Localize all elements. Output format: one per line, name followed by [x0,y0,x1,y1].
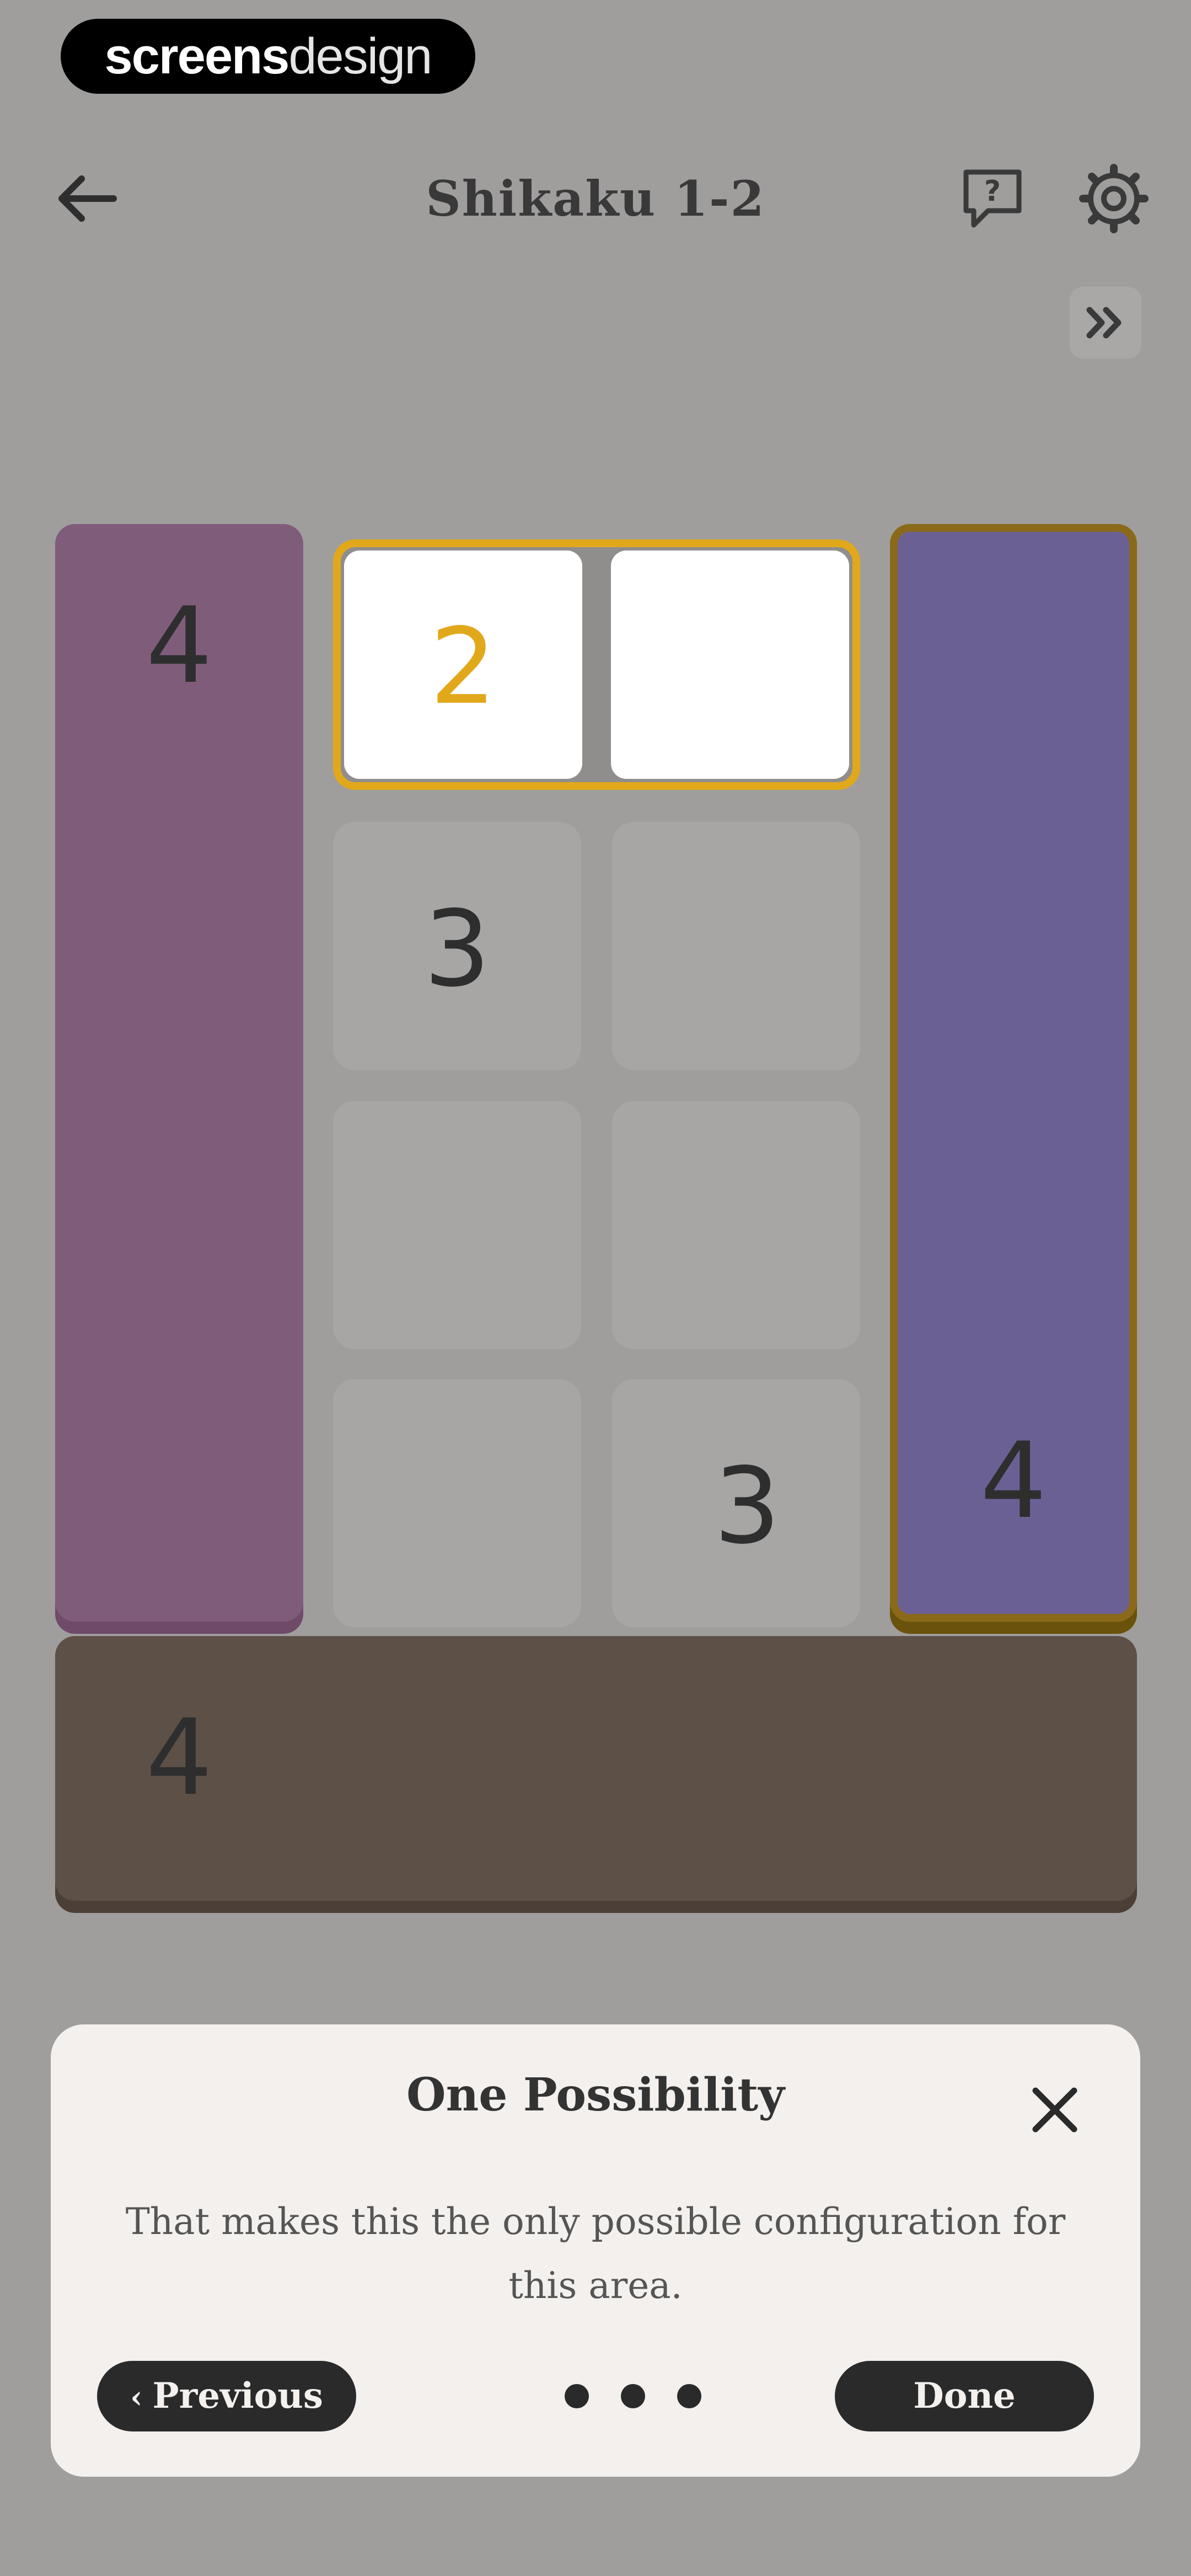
clue-number: 3 [423,888,491,1010]
chevron-left-icon: ‹ [130,2379,143,2415]
close-icon [1032,2087,1077,2133]
settings-button[interactable] [1075,160,1152,237]
clue-number: 4 [980,1420,1047,1542]
page-dot [621,2384,645,2408]
clue-number: 2 [430,606,497,728]
grid-cell[interactable] [611,551,849,779]
region-bottom[interactable]: 4 [55,1636,1137,1901]
region-left[interactable]: 4 [55,524,303,1622]
done-button[interactable]: Done [835,2361,1094,2431]
page-dot [677,2384,701,2408]
clue-number: 4 [146,1697,213,1819]
previous-button[interactable]: ‹ Previous [97,2361,356,2431]
close-button[interactable] [1019,2074,1091,2146]
clue-number: 4 [146,585,213,707]
page-dot [565,2384,589,2408]
grid-cell[interactable] [612,1101,860,1349]
watermark-light: design [288,28,432,84]
grid-cell[interactable]: 2 [344,551,582,779]
svg-text:?: ? [984,175,1001,208]
card-title: One Possibility [406,2069,785,2121]
double-chevron-right-icon [1086,307,1122,339]
help-button[interactable]: ? [954,160,1031,237]
grid-cell[interactable]: 3 [612,1379,860,1627]
tutorial-card: One Possibility That makes this the only… [51,2024,1140,2477]
grid-cell[interactable]: 3 [333,822,581,1070]
watermark-logo: screensdesign [61,19,475,94]
gear-icon [1079,164,1149,233]
grid-cell[interactable] [333,1379,581,1627]
region-right-selected[interactable]: 4 [890,524,1137,1622]
watermark-bold: screens [104,28,290,84]
help-bubble-icon: ? [963,169,1022,228]
clue-number: 3 [713,1445,781,1567]
skip-button[interactable] [1070,287,1141,359]
grid-cell[interactable] [612,822,860,1070]
card-body: That makes this the only possible config… [125,2200,1066,2307]
previous-label: Previous [152,2375,323,2417]
region-top-selected[interactable]: 2 [333,539,860,790]
grid-cell[interactable] [333,1101,581,1349]
